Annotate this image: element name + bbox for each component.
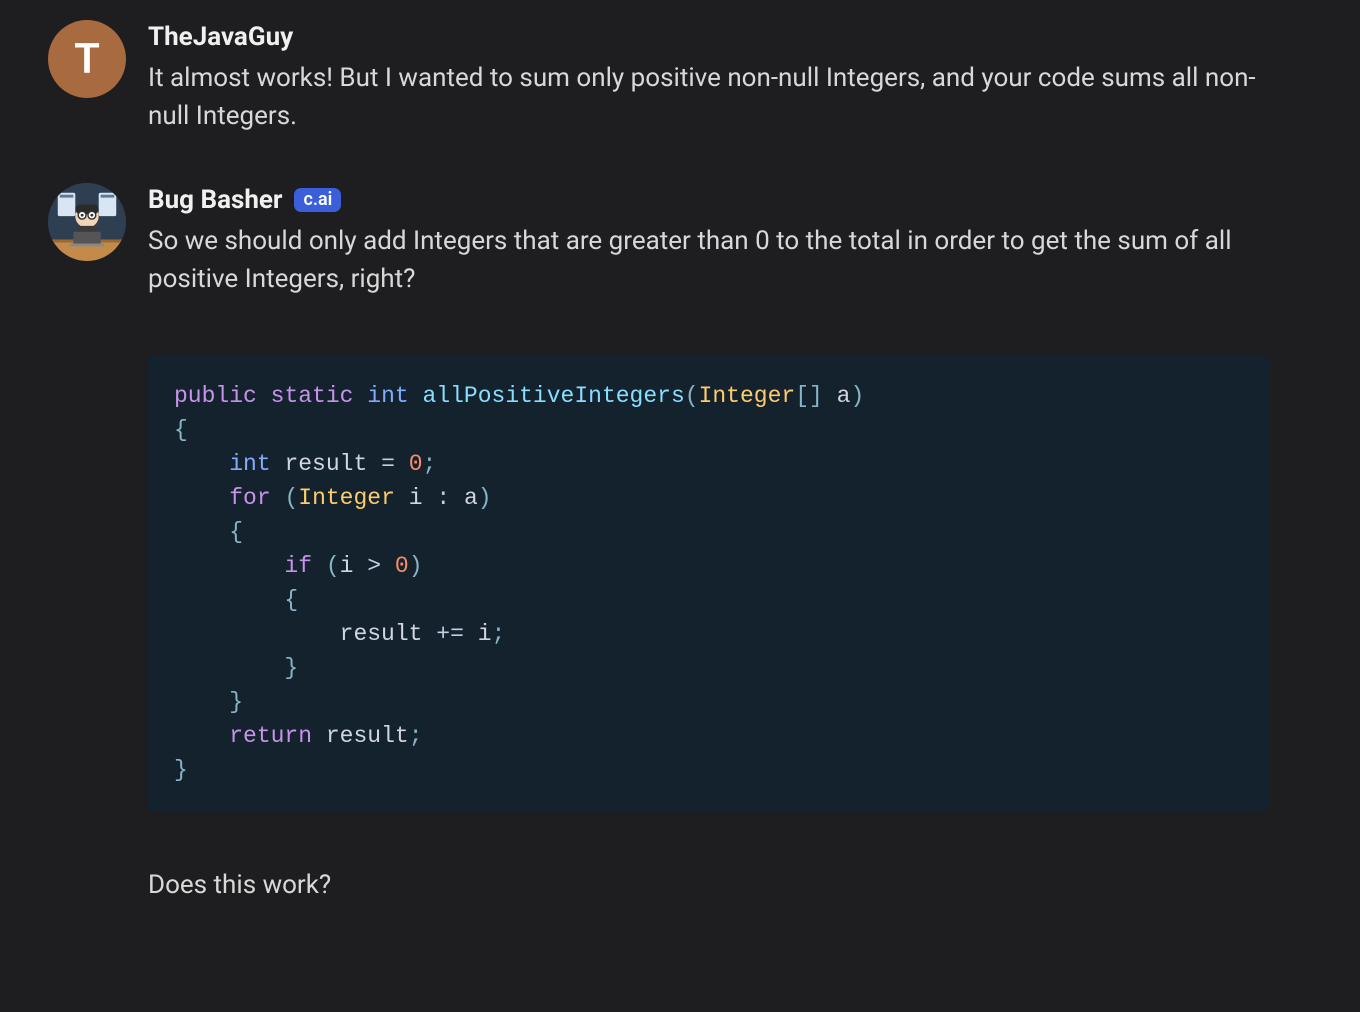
username[interactable]: Bug Basher [148,185,282,215]
chat-message: Bug Basher c.ai So we should only add In… [48,183,1270,904]
message-header: TheJavaGuy [148,22,1270,52]
avatar[interactable] [48,183,126,261]
message-text: So we should only add Integers that are … [148,223,1270,298]
message-text: It almost works! But I wanted to sum onl… [148,60,1270,135]
bot-avatar-icon [48,183,126,261]
avatar[interactable]: T [48,20,126,98]
avatar-initial: T [74,35,100,84]
code-block[interactable]: public static int allPositiveIntegers(In… [148,355,1270,811]
username[interactable]: TheJavaGuy [148,22,293,52]
chat-message: T TheJavaGuy It almost works! But I want… [48,20,1270,135]
code-content: public static int allPositiveIntegers(In… [174,379,1244,787]
message-body: Bug Basher c.ai So we should only add In… [148,183,1270,904]
message-text-after: Does this work? [148,867,1270,905]
ai-badge: c.ai [294,188,341,212]
message-header: Bug Basher c.ai [148,185,1270,215]
message-body: TheJavaGuy It almost works! But I wanted… [148,20,1270,135]
